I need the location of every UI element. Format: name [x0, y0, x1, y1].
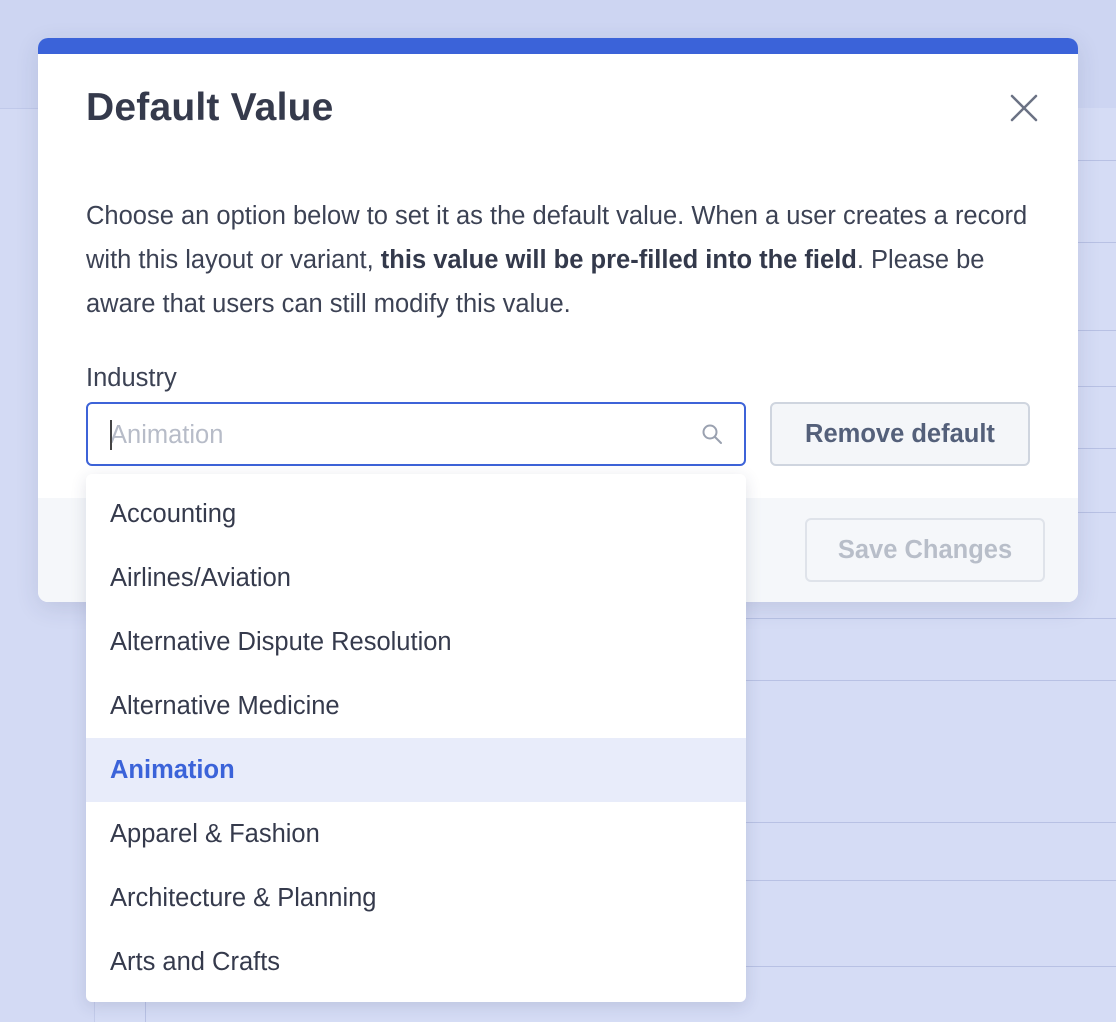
text-cursor	[110, 420, 112, 450]
dropdown-option[interactable]: Airlines/Aviation	[86, 546, 746, 610]
modal-title: Default Value	[86, 86, 334, 129]
industry-search-box[interactable]	[86, 402, 746, 466]
close-icon	[1010, 94, 1038, 122]
description-emphasis: this value will be pre-filled into the f…	[380, 246, 857, 274]
dropdown-option[interactable]: Architecture & Planning	[86, 866, 746, 930]
background-divider	[1076, 330, 1116, 331]
remove-default-button[interactable]: Remove default	[770, 402, 1030, 466]
background-divider	[746, 880, 1116, 881]
search-icon	[702, 424, 722, 444]
modal-accent-bar	[38, 38, 1078, 54]
background-divider	[746, 966, 1116, 967]
dropdown-option[interactable]: Alternative Medicine	[86, 674, 746, 738]
save-changes-button[interactable]: Save Changes	[805, 518, 1045, 582]
modal-description: Choose an option below to set it as the …	[86, 194, 1036, 326]
background-divider	[746, 822, 1116, 823]
dropdown-option[interactable]: Alternative Dispute Resolution	[86, 610, 746, 674]
dropdown-option-highlighted[interactable]: Animation	[86, 738, 746, 802]
background-divider	[1076, 160, 1116, 161]
background-divider	[746, 618, 1116, 619]
dropdown-option[interactable]: Arts and Crafts	[86, 930, 746, 994]
background-divider	[1076, 242, 1116, 243]
background-divider	[746, 680, 1116, 681]
background-divider	[1076, 386, 1116, 387]
dropdown-option[interactable]: Apparel & Fashion	[86, 802, 746, 866]
industry-dropdown-list: Accounting Airlines/Aviation Alternative…	[86, 474, 746, 1002]
background-divider	[1076, 512, 1116, 513]
industry-search-input[interactable]	[108, 412, 672, 458]
close-button[interactable]	[1006, 90, 1042, 126]
dropdown-option[interactable]: Accounting	[86, 482, 746, 546]
industry-label: Industry	[86, 364, 177, 392]
background-divider	[1076, 448, 1116, 449]
